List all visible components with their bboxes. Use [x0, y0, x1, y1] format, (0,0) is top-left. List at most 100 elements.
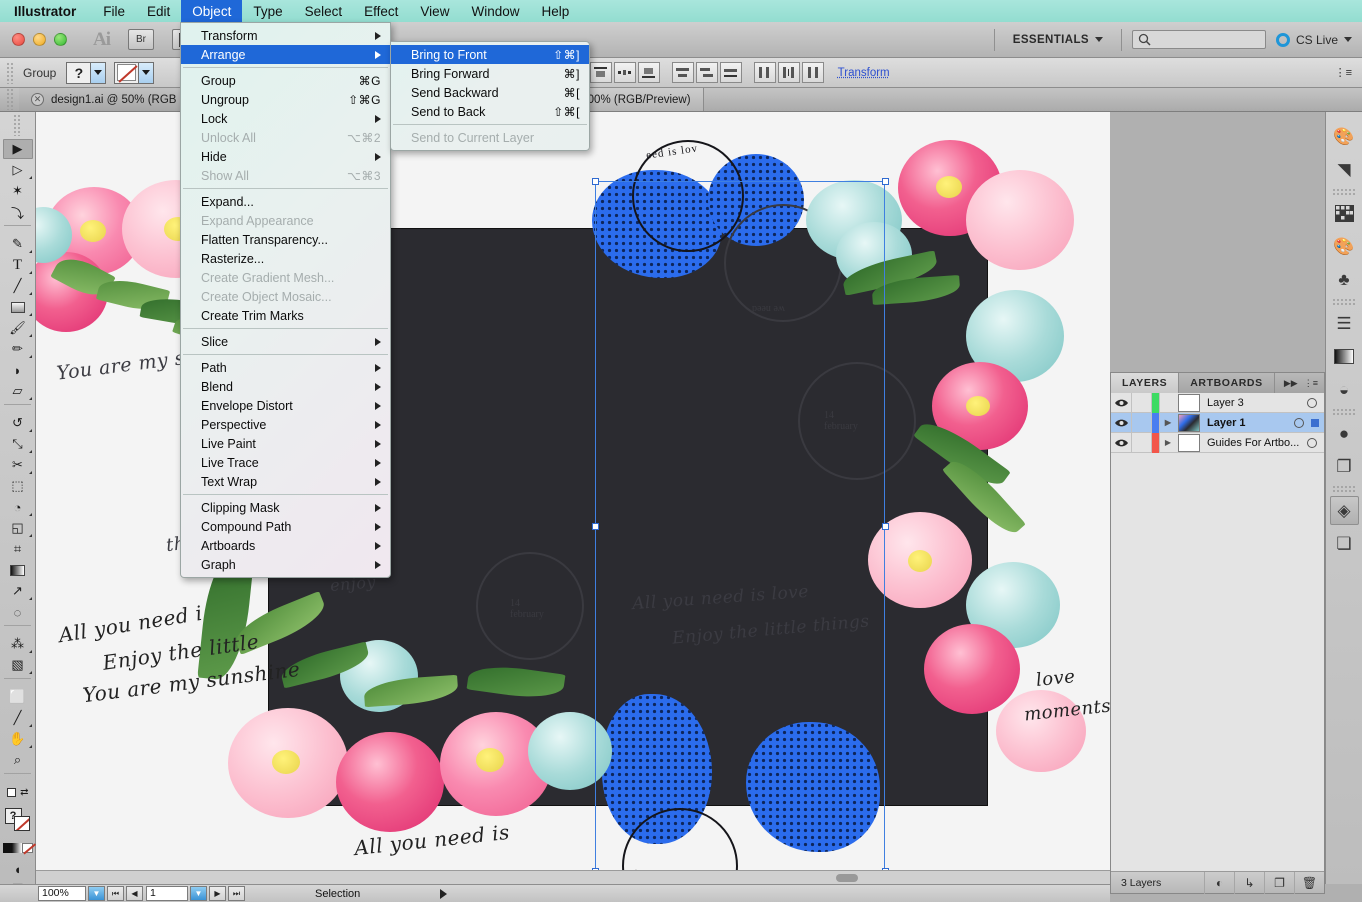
- menu-item-path[interactable]: Path: [181, 358, 390, 377]
- new-layer-button[interactable]: ❐: [1264, 871, 1294, 894]
- lock-toggle[interactable]: [1132, 392, 1152, 413]
- menu-item-clipping-mask[interactable]: Clipping Mask: [181, 498, 390, 517]
- blob-brush-tool[interactable]: ◗: [3, 360, 33, 380]
- default-fill-stroke-icon[interactable]: ⇄: [3, 782, 33, 802]
- maximize-window-button[interactable]: [54, 33, 67, 46]
- artboard-number-input[interactable]: 1: [146, 886, 188, 901]
- drawing-mode-button[interactable]: ◖: [3, 859, 33, 879]
- menu-item-text-wrap[interactable]: Text Wrap: [181, 472, 390, 491]
- menu-type[interactable]: Type: [242, 0, 293, 22]
- perspective-grid-tool[interactable]: ◱: [3, 518, 33, 538]
- submenu-item-send-to-back[interactable]: Send to Back ⇧⌘[: [391, 102, 589, 121]
- target-indicator[interactable]: [1307, 437, 1317, 448]
- fill-dropdown-button[interactable]: [91, 61, 107, 84]
- symbols-panel-icon[interactable]: ♣: [1330, 265, 1359, 294]
- scrollbar-thumb[interactable]: [836, 874, 858, 882]
- menu-item-blend[interactable]: Blend: [181, 377, 390, 396]
- next-artboard-button[interactable]: ▶: [209, 886, 226, 901]
- menu-window[interactable]: Window: [460, 0, 530, 22]
- menu-file[interactable]: File: [92, 0, 136, 22]
- selection-handle-top-right[interactable]: [882, 178, 889, 185]
- direct-selection-tool[interactable]: ▷: [3, 160, 33, 180]
- table-row[interactable]: ▶ Layer 1: [1111, 412, 1324, 433]
- minimize-window-button[interactable]: [33, 33, 46, 46]
- visibility-toggle[interactable]: [1111, 432, 1132, 453]
- menu-item-ungroup[interactable]: Ungroup ⇧⌘G: [181, 90, 390, 109]
- stroke-panel-icon[interactable]: ☰: [1330, 309, 1359, 338]
- none-icon[interactable]: [22, 843, 37, 855]
- transparency-panel-icon[interactable]: ◒: [1330, 375, 1359, 404]
- menu-item-group[interactable]: Group ⌘G: [181, 71, 390, 90]
- selection-bounding-box[interactable]: [595, 181, 885, 884]
- workspace-switcher[interactable]: ESSENTIALS: [1005, 30, 1111, 50]
- color-gradient-none-row[interactable]: [2, 838, 37, 858]
- swatches-panel-icon[interactable]: [1330, 199, 1359, 228]
- control-bar-grip[interactable]: [6, 61, 15, 84]
- document-tab-design1[interactable]: ✕ design1.ai @ 50% (RGB: [19, 88, 190, 111]
- menu-item-live-paint[interactable]: Live Paint: [181, 434, 390, 453]
- layer-name[interactable]: Guides For Artbo...: [1200, 437, 1307, 449]
- paintbrush-tool[interactable]: 🖌: [3, 318, 33, 338]
- artboards-panel-icon[interactable]: ❏: [1330, 529, 1359, 558]
- layers-panel-icon[interactable]: ◈: [1329, 496, 1359, 525]
- menu-illustrator[interactable]: Illustrator: [0, 0, 92, 22]
- lock-toggle[interactable]: [1132, 432, 1152, 453]
- locate-object-button[interactable]: ◐: [1204, 871, 1234, 894]
- type-tool[interactable]: T: [3, 255, 33, 275]
- tab-layers[interactable]: LAYERS: [1111, 373, 1180, 393]
- hdistribute-left-icon[interactable]: [753, 62, 776, 83]
- hand-tool[interactable]: ✋: [3, 729, 33, 749]
- close-window-button[interactable]: [12, 33, 25, 46]
- dock-grip[interactable]: [1332, 298, 1356, 305]
- selection-handle-top-left[interactable]: [592, 178, 599, 185]
- menu-item-arrange[interactable]: Arrange: [181, 45, 390, 64]
- distribute-center-icon[interactable]: [613, 62, 636, 83]
- tools-panel-grip[interactable]: [13, 114, 22, 136]
- fill-stroke-indicator[interactable]: ?: [3, 803, 33, 837]
- selection-handle-mid-right[interactable]: [882, 523, 889, 530]
- menu-item-graph[interactable]: Graph: [181, 555, 390, 574]
- lasso-tool[interactable]: ⤵: [3, 202, 33, 222]
- color-panel-icon[interactable]: 🎨: [1330, 122, 1359, 151]
- eraser-tool[interactable]: ▱: [3, 381, 33, 401]
- menu-item-expand[interactable]: Expand...: [181, 192, 390, 211]
- menu-item-live-trace[interactable]: Live Trace: [181, 453, 390, 472]
- menu-item-lock[interactable]: Lock: [181, 109, 390, 128]
- width-tool[interactable]: ✂: [3, 455, 33, 475]
- color-guide-panel-icon[interactable]: ◥: [1330, 155, 1359, 184]
- stroke-swatch-tool[interactable]: [13, 816, 30, 831]
- dock-grip[interactable]: [1332, 408, 1356, 415]
- menu-edit[interactable]: Edit: [136, 0, 181, 22]
- stroke-dropdown-button[interactable]: [139, 61, 155, 84]
- menu-help[interactable]: Help: [530, 0, 580, 22]
- search-input[interactable]: [1131, 30, 1266, 49]
- submenu-item-bring-forward[interactable]: Bring Forward ⌘]: [391, 64, 589, 83]
- lock-toggle[interactable]: [1132, 412, 1152, 433]
- menu-select[interactable]: Select: [294, 0, 354, 22]
- vertical-distribute-space3-icon[interactable]: [719, 62, 742, 83]
- symbol-sprayer-tool[interactable]: ⁂: [3, 634, 33, 654]
- gradient-icon[interactable]: [12, 843, 23, 853]
- layer-name[interactable]: Layer 3: [1200, 397, 1307, 409]
- gradient-panel-icon[interactable]: [1330, 342, 1359, 371]
- expand-panel-icon[interactable]: ▶▶: [1284, 378, 1298, 389]
- zoom-tool[interactable]: ⌕: [3, 750, 33, 770]
- scale-tool[interactable]: ⤡: [3, 434, 33, 454]
- fill-swatch[interactable]: ?: [66, 61, 92, 84]
- menu-item-rasterize[interactable]: Rasterize...: [181, 249, 390, 268]
- menu-item-artboards[interactable]: Artboards: [181, 536, 390, 555]
- hdistribute-center-icon[interactable]: [777, 62, 800, 83]
- stroke-swatch[interactable]: [114, 61, 140, 84]
- dock-grip[interactable]: [1332, 188, 1356, 195]
- gradient-tool[interactable]: [3, 560, 33, 580]
- first-artboard-button[interactable]: ⏮: [107, 886, 124, 901]
- visibility-toggle[interactable]: [1111, 412, 1132, 433]
- artboard-dropdown-button[interactable]: ▼: [190, 886, 207, 901]
- menu-item-compound-path[interactable]: Compound Path: [181, 517, 390, 536]
- launch-bridge-button[interactable]: Br: [128, 29, 154, 50]
- previous-artboard-button[interactable]: ◀: [126, 886, 143, 901]
- pencil-tool[interactable]: ✏: [3, 339, 33, 359]
- table-row[interactable]: Layer 3: [1111, 392, 1324, 413]
- shape-builder-tool[interactable]: ◔: [3, 497, 33, 517]
- close-icon[interactable]: ✕: [31, 93, 44, 106]
